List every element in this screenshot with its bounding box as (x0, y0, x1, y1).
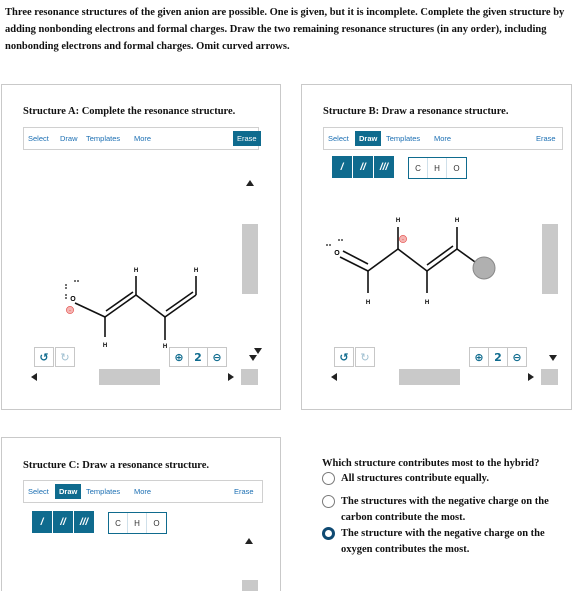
structure-c-panel: Structure C: Draw a resonance structure.… (1, 437, 281, 591)
redo-icon[interactable]: ↻ (355, 347, 375, 367)
zoom-dropdown-icon[interactable] (249, 355, 257, 361)
scroll-right-icon[interactable] (528, 373, 534, 381)
zoom-out-icon[interactable]: ⊖ (507, 347, 527, 367)
atom-label[interactable]: H (103, 343, 107, 349)
atom-label[interactable]: H (134, 268, 138, 274)
structure-c-toolbar: Select Draw Templates More Erase (23, 480, 263, 503)
atom-label[interactable]: H (455, 218, 459, 224)
zoom-in-icon[interactable]: ⊕ (169, 347, 189, 367)
atom-label[interactable]: H (163, 344, 167, 350)
horizontal-scroll-thumb[interactable] (399, 369, 460, 385)
zoom-dropdown-icon[interactable] (549, 355, 557, 361)
radio-button-selected[interactable] (322, 527, 335, 540)
atom-label[interactable]: H (396, 218, 400, 224)
svg-text:-: - (402, 238, 404, 244)
oxygen-atom-button[interactable]: O (147, 513, 166, 533)
scroll-right-icon[interactable] (228, 373, 234, 381)
hover-atom-highlight (472, 256, 496, 280)
atom-label[interactable]: O (70, 296, 76, 303)
carbon-atom-button[interactable]: C (109, 513, 128, 533)
redo-icon[interactable]: ↻ (55, 347, 75, 367)
erase-button[interactable]: Erase (234, 487, 254, 496)
structure-c-title: Structure C: Draw a resonance structure. (23, 460, 210, 471)
atom-label[interactable]: H (366, 300, 370, 306)
zoom-in-icon[interactable]: ⊕ (469, 347, 489, 367)
option-label: All structures contribute equally. (341, 473, 489, 484)
undo-icon[interactable]: ↺ (34, 347, 54, 367)
zoom-out-icon[interactable]: ⊖ (207, 347, 227, 367)
draw-tool[interactable]: Draw (55, 484, 82, 499)
structure-a-zoom-controls: ⊕ 2 ⊖ (169, 347, 227, 367)
bond-toolbar: / // /// (32, 511, 95, 535)
atom-label[interactable]: H (194, 268, 198, 274)
question-text: Three resonance structures of the given … (5, 7, 565, 52)
horizontal-scroll-thumb[interactable] (99, 369, 160, 385)
more-tool[interactable]: More (134, 487, 151, 496)
atom-label[interactable]: H (425, 300, 429, 306)
svg-text:-: - (69, 309, 71, 315)
atom-toolbar: C H O (108, 512, 167, 534)
structure-b-panel: Structure B: Draw a resonance structure.… (301, 84, 572, 410)
atom-label[interactable]: O (334, 250, 340, 257)
zoom-reset-icon[interactable]: 2 (188, 347, 208, 367)
zoom-reset-icon[interactable]: 2 (488, 347, 508, 367)
scroll-up-icon[interactable] (245, 538, 253, 544)
radio-button[interactable] (322, 472, 335, 485)
structure-a-panel: Structure A: Complete the resonance stru… (1, 84, 281, 410)
hydrogen-atom-button[interactable]: H (128, 513, 147, 533)
lone-pair-electrons (326, 239, 343, 246)
hybrid-option-1[interactable]: All structures contribute equally. (322, 471, 562, 489)
hybrid-question: Which structure contributes most to the … (322, 458, 540, 469)
single-bond-button[interactable]: / (32, 511, 52, 533)
scroll-corner (241, 369, 258, 385)
option-label: The structure with the negative charge o… (341, 528, 545, 555)
hybrid-option-2[interactable]: The structures with the negative charge … (322, 494, 562, 528)
hybrid-option-3[interactable]: The structure with the negative charge o… (322, 526, 562, 560)
scroll-corner (541, 369, 558, 385)
scroll-thumb[interactable] (242, 580, 258, 591)
scroll-left-icon[interactable] (331, 373, 337, 381)
structure-c-vertical-scrollbar[interactable] (241, 538, 258, 591)
structure-b-zoom-controls: ⊕ 2 ⊖ (469, 347, 527, 367)
option-label: The structures with the negative charge … (341, 496, 549, 523)
scroll-left-icon[interactable] (31, 373, 37, 381)
radio-button[interactable] (322, 495, 335, 508)
double-bond-button[interactable]: // (53, 511, 73, 533)
select-tool[interactable]: Select (28, 487, 49, 496)
triple-bond-button[interactable]: /// (74, 511, 94, 533)
undo-icon[interactable]: ↺ (334, 347, 354, 367)
templates-tool[interactable]: Templates (86, 487, 120, 496)
